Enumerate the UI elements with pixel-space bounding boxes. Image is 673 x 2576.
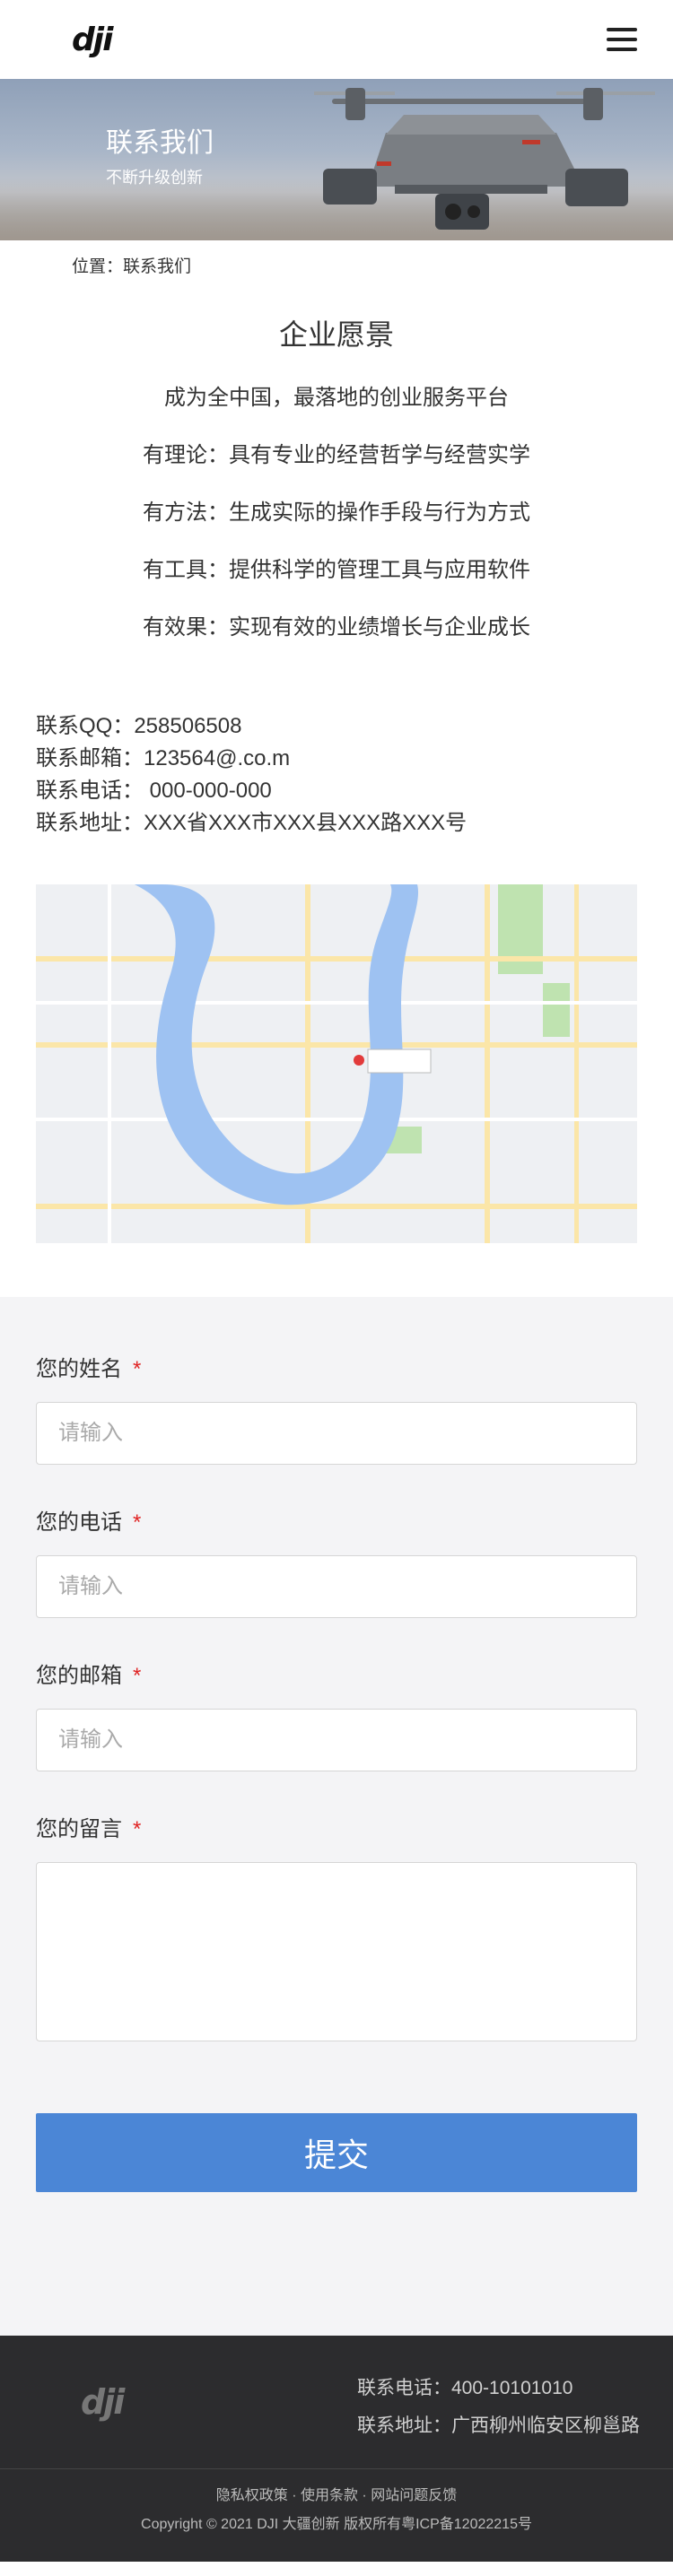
footer-logo: dji — [81, 2382, 125, 2422]
contact-form: 您的姓名* 您的电话* 您的邮箱* 您的留言* 提交 — [0, 1297, 673, 2336]
dji-logo[interactable]: dji — [72, 22, 113, 58]
email-input[interactable] — [36, 1709, 637, 1771]
page-banner: 联系我们 不断升级创新 — [0, 79, 673, 240]
footer-address: 联系地址：广西柳州临安区柳邕路 — [357, 2415, 640, 2436]
location-map[interactable] — [36, 884, 637, 1243]
email-label: 您的邮箱 * — [36, 1664, 142, 1688]
name-label: 您的姓名 * — [36, 1357, 142, 1381]
banner-title: 联系我们 — [106, 128, 214, 158]
required-mark: * — [133, 1357, 142, 1381]
vision-line: 有效果：实现有效的业绩增长与企业成长 — [143, 615, 530, 640]
footer: dji 联系电话：400-10101010 联系地址：广西柳州临安区柳邕路 隐私… — [0, 2336, 673, 2562]
contact-address: 联系地址：XXX省XXX市XXX县XXX路XXX号 — [36, 811, 468, 835]
breadcrumb: 位置：联系我们 — [72, 257, 192, 276]
footer-bottom: 隐私权政策 · 使用条款 · 网站问题反馈 Copyright © 2021 D… — [0, 2468, 673, 2539]
contact-info: 联系QQ：258506508 联系邮箱：123564@.co.m 联系电话： 0… — [0, 657, 673, 840]
phone-input[interactable] — [36, 1555, 637, 1618]
vision-line: 有方法：生成实际的操作手段与行为方式 — [143, 500, 530, 525]
message-label: 您的留言 * — [36, 1817, 142, 1841]
footer-contact: 联系电话：400-10101010 联系地址：广西柳州临安区柳邕路 — [357, 2370, 640, 2445]
banner-subtitle: 不断升级创新 — [106, 169, 203, 187]
contact-qq: 联系QQ：258506508 — [36, 714, 242, 738]
vision-line: 有理论：具有专业的经营哲学与经营实学 — [143, 443, 530, 467]
footer-phone: 联系电话：400-10101010 — [357, 2378, 573, 2398]
vision-line: 有工具：提供科学的管理工具与应用软件 — [143, 558, 530, 582]
contact-email: 联系邮箱：123564@.co.m — [36, 746, 291, 770]
vision-line: 成为全中国，最落地的创业服务平台 — [164, 386, 509, 410]
required-mark: * — [133, 1664, 142, 1688]
header: dji — [0, 0, 673, 79]
contact-phone: 联系电话： 000-000-000 — [36, 779, 272, 803]
drone-image — [314, 88, 655, 230]
message-textarea[interactable] — [36, 1862, 637, 2041]
footer-links[interactable]: 隐私权政策 · 使用条款 · 网站问题反馈 — [0, 2482, 673, 2511]
copyright: Copyright © 2021 DJI 大疆创新 版权所有粤ICP备12022… — [141, 2517, 532, 2532]
name-input[interactable] — [36, 1402, 637, 1465]
phone-label: 您的电话 * — [36, 1510, 142, 1535]
hamburger-menu-icon[interactable] — [607, 28, 637, 51]
vision-title: 企业愿景 — [278, 318, 394, 351]
required-mark: * — [133, 1817, 142, 1841]
vision-section: 企业愿景 成为全中国，最落地的创业服务平台 有理论：具有专业的经营哲学与经营实学… — [0, 312, 673, 657]
required-mark: * — [133, 1510, 142, 1535]
submit-button[interactable]: 提交 — [36, 2113, 637, 2192]
